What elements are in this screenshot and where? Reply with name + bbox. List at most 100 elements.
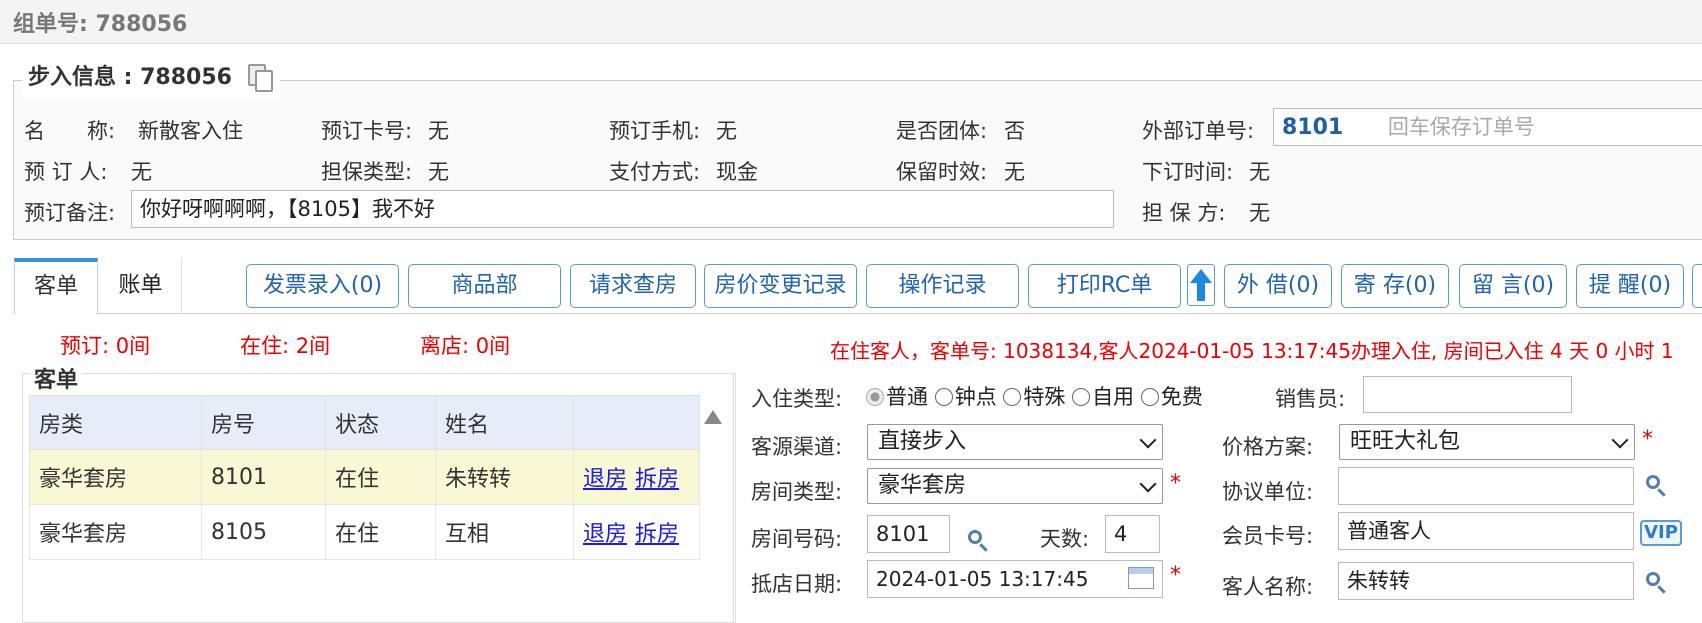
ext-order-input[interactable]: 8101 回车保存订单号 (1273, 108, 1702, 146)
cell-status: 在住 (325, 449, 436, 505)
booker-value: 无 (131, 160, 152, 184)
radio-self[interactable]: 自用 (1072, 385, 1134, 409)
agreement-input[interactable] (1338, 467, 1634, 505)
checkout-link[interactable]: 退房 (583, 522, 627, 547)
chevron-down-icon (1139, 475, 1157, 493)
radio-off-icon (1140, 388, 1159, 406)
source-select[interactable]: 直接步入 (867, 424, 1163, 460)
split-link[interactable]: 拆房 (635, 522, 679, 547)
chevron-down-icon (1139, 431, 1157, 449)
chevron-down-icon (1611, 431, 1629, 449)
stay-notice: 在住客人，客单号: 1038134,客人2024-01-05 13:17:45办… (830, 339, 1674, 363)
room-no-label: 房间号码: (751, 527, 843, 551)
ext-order-value: 8101 (1282, 115, 1344, 140)
left-count: 离店: 0间 (420, 334, 511, 358)
message-button[interactable]: 留 言(0) (1459, 264, 1567, 308)
calendar-icon[interactable] (1128, 567, 1154, 589)
search-icon[interactable] (968, 530, 992, 554)
radio-special-label: 特殊 (1023, 385, 1066, 409)
check-room-button[interactable]: 请求查房 (570, 264, 696, 308)
group-value: 否 (1004, 119, 1025, 143)
cell-room-type: 豪华套房 (29, 449, 202, 505)
shop-button[interactable]: 商品部 (408, 264, 561, 308)
days-label: 天数: (1040, 527, 1090, 551)
source-value: 直接步入 (878, 429, 967, 454)
required-mark: * (1170, 471, 1181, 496)
sales-label: 销售员: (1275, 387, 1346, 411)
room-type-select[interactable]: 豪华套房 (867, 468, 1163, 504)
required-mark: * (1170, 563, 1181, 588)
tab-bill[interactable]: 账单 (100, 258, 182, 314)
arrival-input[interactable]: 2024-01-05 13:17:45 (867, 560, 1163, 598)
copy-icon[interactable] (247, 64, 274, 92)
order-time-label: 下订时间: (1142, 160, 1234, 184)
col-room-no: 房号 (201, 395, 326, 450)
cell-actions: 退房 拆房 (573, 449, 700, 505)
sales-input[interactable] (1363, 376, 1572, 413)
staying-count: 在住: 2间 (240, 334, 331, 358)
deposit-button[interactable]: 寄 存(0) (1341, 264, 1449, 308)
guarantee-type-label: 担保类型: (321, 160, 413, 184)
ext-order-placeholder: 回车保存订单号 (1387, 115, 1535, 139)
cell-room-no: 8101 (201, 449, 326, 505)
col-status: 状态 (325, 395, 436, 450)
radio-off-icon (1003, 388, 1022, 406)
cell-room-no: 8105 (201, 504, 326, 560)
member-label: 会员卡号: (1222, 524, 1314, 548)
arrow-up-icon (1190, 269, 1212, 301)
agreement-label: 协议单位: (1222, 480, 1314, 504)
remind-button[interactable]: 提 醒(0) (1576, 264, 1684, 308)
arrival-value: 2024-01-05 13:17:45 (876, 567, 1089, 591)
radio-hourly-label: 钟点 (954, 385, 997, 409)
op-log-button[interactable]: 操作记录 (866, 264, 1019, 308)
radio-free[interactable]: 免费 (1140, 385, 1203, 409)
radio-on-icon (866, 388, 884, 406)
cell-status: 在住 (325, 504, 436, 560)
upload-button[interactable] (1187, 264, 1215, 306)
guest-name-label: 客人名称: (1222, 575, 1314, 599)
invoice-button[interactable]: 发票录入(0) (246, 264, 399, 308)
search-icon[interactable] (1646, 572, 1670, 596)
price-plan-select[interactable]: 旺旺大礼包 (1339, 424, 1635, 460)
table-row[interactable]: 豪华套房 8105 在住 互相 退房 拆房 (29, 504, 700, 560)
price-log-button[interactable]: 房价变更记录 (704, 264, 857, 308)
search-icon[interactable] (1646, 475, 1670, 499)
print-rc-button[interactable]: 打印RC单 (1028, 264, 1181, 308)
table-header-row: 房类 房号 状态 姓名 (29, 395, 700, 450)
room-no-input[interactable]: 8101 (867, 515, 950, 553)
radio-hourly[interactable]: 钟点 (934, 385, 997, 409)
room-type-value: 豪华套房 (878, 473, 967, 498)
scroll-up-icon[interactable] (704, 410, 722, 424)
lend-button[interactable]: 外 借(0) (1224, 264, 1332, 308)
top-bar: 组单号: 788056 (0, 0, 1702, 44)
tab-guest[interactable]: 客单 (14, 258, 98, 314)
order-time-value: 无 (1249, 160, 1270, 184)
more-button[interactable] (1692, 264, 1702, 308)
pay-value: 现金 (716, 160, 758, 184)
radio-normal[interactable]: 普通 (866, 385, 928, 409)
room-type-label: 房间类型: (751, 480, 843, 504)
member-input[interactable]: 普通客人 (1338, 512, 1634, 550)
ext-order-label: 外部订单号: (1142, 119, 1255, 143)
checkout-link[interactable]: 退房 (583, 467, 627, 492)
required-mark: * (1642, 427, 1653, 452)
table-row[interactable]: 豪华套房 8101 在住 朱转转 退房 拆房 (29, 449, 700, 505)
walkin-legend: 步入信息 : 788056 (22, 62, 280, 98)
booker-label: 预 订 人: (24, 160, 108, 184)
group-number: 组单号: 788056 (13, 12, 188, 37)
days-input[interactable]: 4 (1105, 515, 1160, 553)
remark-input[interactable]: 你好呀啊啊啊，【8105】我不好 (131, 190, 1114, 228)
guest-name-input[interactable]: 朱转转 (1338, 562, 1634, 600)
checkin-type-label: 入住类型: (751, 387, 843, 411)
split-link[interactable]: 拆房 (635, 467, 679, 492)
checkin-type-radios: 普通 钟点 特殊 自用 免费 (866, 381, 1203, 411)
booked-count: 预订: 0间 (60, 334, 151, 358)
radio-special[interactable]: 特殊 (1003, 385, 1065, 409)
guarantor-value: 无 (1249, 201, 1270, 225)
vip-icon[interactable]: VIP (1640, 520, 1682, 546)
retain-label: 保留时效: (896, 160, 988, 184)
guarantor-label: 担 保 方: (1142, 201, 1226, 225)
phone-label: 预订手机: (609, 119, 701, 143)
card-value: 无 (428, 119, 449, 143)
divider (735, 373, 736, 623)
